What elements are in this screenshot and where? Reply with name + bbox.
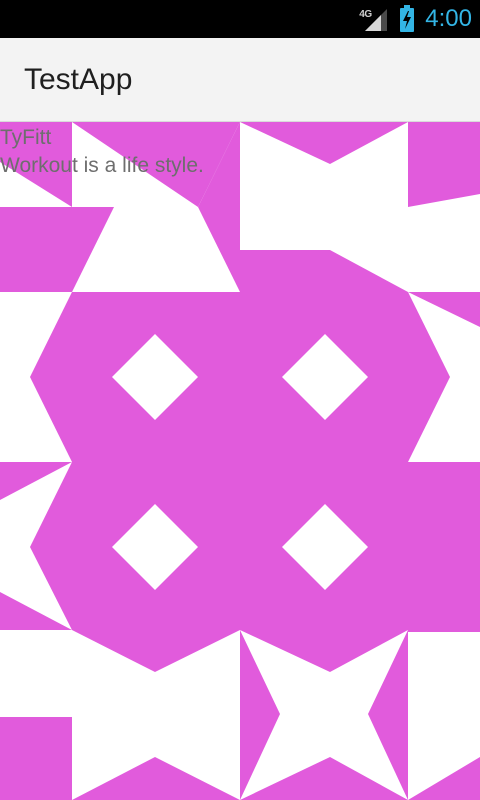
status-icons: 4G 4:00	[359, 0, 472, 38]
signal-bars-icon	[365, 9, 388, 31]
main-content: TyFitt Workout is a life style.	[0, 122, 480, 800]
action-bar: TestApp	[0, 38, 480, 122]
brand-name: TyFitt	[0, 126, 52, 149]
signal-indicator: 4G	[359, 5, 389, 33]
battery-charging-icon	[400, 5, 415, 32]
status-bar: 4G 4:00	[0, 0, 480, 38]
status-clock: 4:00	[425, 5, 472, 32]
intro-text-block: TyFitt Workout is a life style.	[0, 124, 204, 180]
geometric-pattern-image	[0, 122, 480, 800]
tagline-text: Workout is a life style.	[0, 154, 204, 177]
app-title: TestApp	[24, 62, 133, 96]
